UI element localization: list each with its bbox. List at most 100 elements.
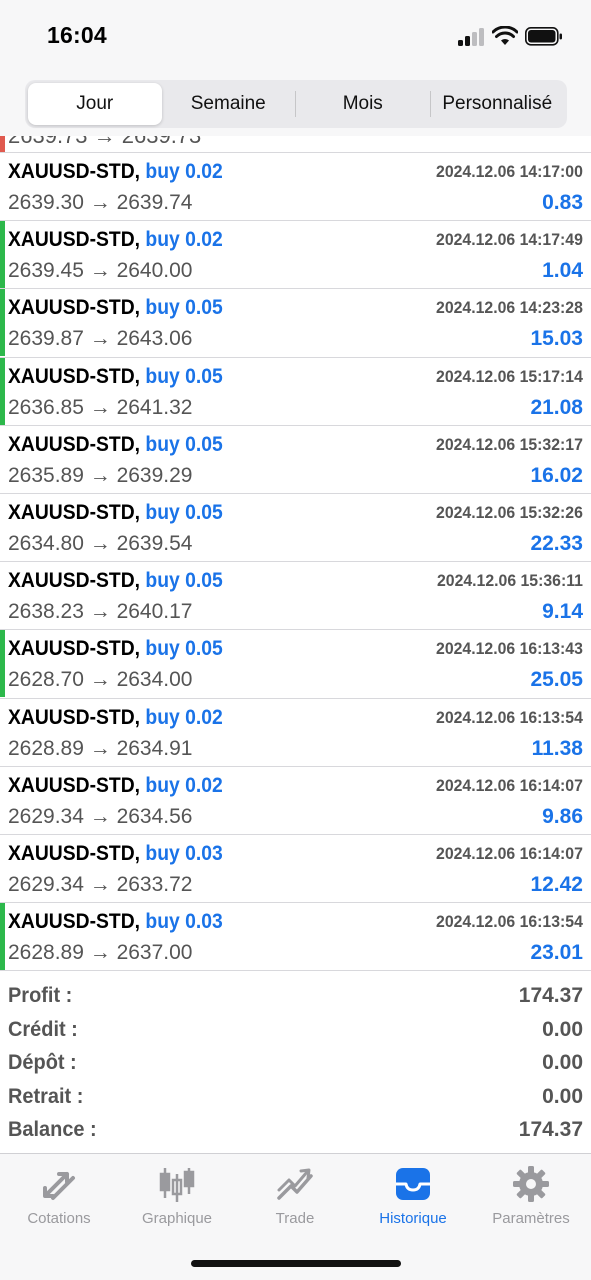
trade-datetime: 2024.12.06 15:32:17	[436, 434, 583, 454]
trade-row[interactable]: XAUUSD-STD, buy 0.05 2024.12.06 15:32:17 2…	[0, 426, 591, 494]
summary-withdrawal: Retrait : 0.00	[0, 1081, 591, 1114]
list-item-partial[interactable]: 2639.73 → 2639.73	[0, 136, 591, 153]
summary-deposit: Dépôt : 0.00	[0, 1047, 591, 1080]
trade-symbol: XAUUSD-STD, buy 0.05	[8, 296, 223, 320]
trade-prices: 2635.89 → 2639.29	[8, 463, 193, 487]
trade-row[interactable]: XAUUSD-STD, buy 0.03 2024.12.06 16:14:07 2…	[0, 835, 591, 904]
tab-trade[interactable]: Trade	[236, 1154, 354, 1234]
trade-profit: 21.08	[530, 395, 583, 419]
trade-symbol: XAUUSD-STD, buy 0.05	[8, 433, 223, 457]
summary-label: Retrait :	[8, 1084, 84, 1108]
symbol-name: XAUUSD-STD,	[8, 160, 141, 183]
trade-row[interactable]: XAUUSD-STD, buy 0.05 2024.12.06 14:23:28 2…	[0, 289, 591, 358]
tab-label: Trade	[275, 1210, 315, 1227]
trade-datetime: 2024.12.06 16:13:54	[436, 912, 583, 932]
trade-row[interactable]: XAUUSD-STD, buy 0.02 2024.12.06 14:17:00 2…	[0, 153, 591, 222]
trade-datetime: 2024.12.06 16:13:54	[436, 707, 583, 727]
trade-prices: 2629.34 → 2634.56	[8, 804, 193, 828]
trade-datetime: 2024.12.06 15:32:26	[436, 503, 583, 522]
signal-icon	[458, 28, 486, 46]
trade-side-volume: buy 0.02	[145, 773, 223, 797]
wifi-icon	[492, 26, 518, 45]
summary-label: Balance :	[8, 1118, 97, 1141]
symbol-name: XAUUSD-STD,	[8, 364, 141, 388]
trade-row[interactable]: XAUUSD-STD, buy 0.05 2024.12.06 16:13:43 2…	[0, 630, 591, 699]
battery-icon	[525, 27, 562, 46]
trade-side-volume: buy 0.02	[145, 160, 223, 183]
trade-symbol: XAUUSD-STD, buy 0.05	[8, 365, 223, 389]
trade-side-volume: buy 0.05	[145, 501, 223, 524]
symbol-name: XAUUSD-STD,	[8, 432, 141, 456]
trade-profit: 22.33	[530, 532, 583, 555]
buy-marker	[0, 630, 5, 698]
trade-side-volume: buy 0.02	[145, 705, 223, 729]
trade-prices: 2634.80 → 2639.54	[8, 532, 193, 555]
tab-history[interactable]: Historique	[354, 1154, 472, 1234]
trade-profit: 9.14	[542, 600, 583, 624]
tab-label: Graphique	[141, 1210, 213, 1227]
trade-symbol: XAUUSD-STD, buy 0.05	[8, 569, 223, 593]
trade-datetime: 2024.12.06 14:17:49	[436, 230, 583, 250]
buy-marker	[0, 289, 5, 357]
trade-profit: 16.02	[530, 463, 583, 487]
account-summary: Profit : 174.37 Crédit : 0.00 Dépôt : 0.…	[0, 980, 591, 1152]
status-bar: 16:04	[0, 0, 591, 72]
summary-credit: Crédit : 0.00	[0, 1014, 591, 1047]
trade-profit: 1.04	[542, 259, 583, 283]
summary-balance: Balance : 174.37	[0, 1114, 591, 1147]
trade-profit: 12.42	[530, 873, 583, 896]
tab-label: Cotations	[27, 1210, 91, 1227]
home-indicator[interactable]	[191, 1260, 401, 1267]
period-selector-area: Jour Semaine Mois Personnalisé	[0, 72, 591, 136]
trade-prices: 2639.87 → 2643.06	[8, 327, 193, 351]
trade-datetime: 2024.12.06 15:17:14	[436, 366, 583, 386]
symbol-name: XAUUSD-STD,	[8, 296, 141, 320]
tab-label: Paramètres	[492, 1210, 570, 1227]
trade-profit: 11.38	[531, 736, 583, 760]
trade-datetime: 2024.12.06 16:14:07	[436, 844, 583, 863]
tab-label: Historique	[379, 1210, 447, 1227]
period-tab-month[interactable]: Mois	[296, 83, 430, 125]
trade-row[interactable]: XAUUSD-STD, buy 0.02 2024.12.06 16:14:07 2…	[0, 767, 591, 835]
symbol-name: XAUUSD-STD,	[8, 228, 141, 252]
trade-symbol: XAUUSD-STD, buy 0.02	[8, 706, 223, 730]
trade-side-volume: buy 0.05	[145, 296, 223, 320]
trade-row[interactable]: XAUUSD-STD, buy 0.03 2024.12.06 16:13:54 2…	[0, 903, 591, 972]
trade-side-volume: buy 0.02	[145, 228, 223, 252]
trade-profit: 25.05	[530, 668, 583, 692]
period-tab-custom[interactable]: Personnalisé	[431, 83, 565, 125]
trade-side-volume: buy 0.05	[145, 637, 223, 661]
trade-datetime: 2024.12.06 15:36:11	[437, 571, 583, 591]
trade-prices: 2639.30 → 2639.74	[8, 191, 193, 214]
trade-side-volume: buy 0.05	[145, 432, 223, 456]
trade-symbol: XAUUSD-STD, buy 0.03	[8, 842, 223, 866]
symbol-name: XAUUSD-STD,	[8, 910, 141, 934]
buy-marker	[0, 221, 5, 289]
trade-symbol: XAUUSD-STD, buy 0.02	[8, 160, 223, 184]
gear-icon	[513, 1166, 549, 1202]
trade-prices: 2639.45 → 2640.00	[8, 259, 193, 283]
trade-row[interactable]: XAUUSD-STD, buy 0.05 2024.12.06 15:17:14 2…	[0, 357, 591, 426]
symbol-name: XAUUSD-STD,	[8, 637, 141, 661]
tab-settings[interactable]: Paramètres	[472, 1154, 590, 1234]
tab-chart[interactable]: Graphique	[118, 1154, 236, 1234]
partial-row-prices: 2639.73 → 2639.73	[8, 136, 201, 149]
trade-row[interactable]: XAUUSD-STD, buy 0.05 2024.12.06 15:36:11 2…	[0, 562, 591, 631]
trade-datetime: 2024.12.06 14:17:00	[436, 162, 583, 181]
tab-quotes[interactable]: Cotations	[0, 1154, 118, 1234]
trade-profit: 23.01	[530, 941, 583, 965]
trade-side-volume: buy 0.03	[145, 842, 223, 865]
trade-side-volume: buy 0.05	[145, 364, 223, 388]
trade-row[interactable]: XAUUSD-STD, buy 0.02 2024.12.06 14:17:49 2…	[0, 221, 591, 290]
period-tab-week[interactable]: Semaine	[162, 83, 296, 125]
summary-value: 174.37	[518, 1118, 583, 1141]
trade-row[interactable]: XAUUSD-STD, buy 0.02 2024.12.06 16:13:54 2…	[0, 699, 591, 767]
trade-history-list[interactable]: 2639.73 → 2639.73 XAUUSD-STD, buy 0.02 20…	[0, 136, 591, 972]
trade-row[interactable]: XAUUSD-STD, buy 0.05 2024.12.06 15:32:26 2…	[0, 494, 591, 563]
summary-label: Dépôt :	[8, 1051, 77, 1074]
trade-prices: 2628.89 → 2634.91	[8, 736, 193, 760]
trade-symbol: XAUUSD-STD, buy 0.02	[8, 774, 223, 798]
period-tab-day[interactable]: Jour	[28, 83, 162, 125]
symbol-name: XAUUSD-STD,	[8, 569, 141, 593]
trade-symbol: XAUUSD-STD, buy 0.02	[8, 228, 223, 252]
